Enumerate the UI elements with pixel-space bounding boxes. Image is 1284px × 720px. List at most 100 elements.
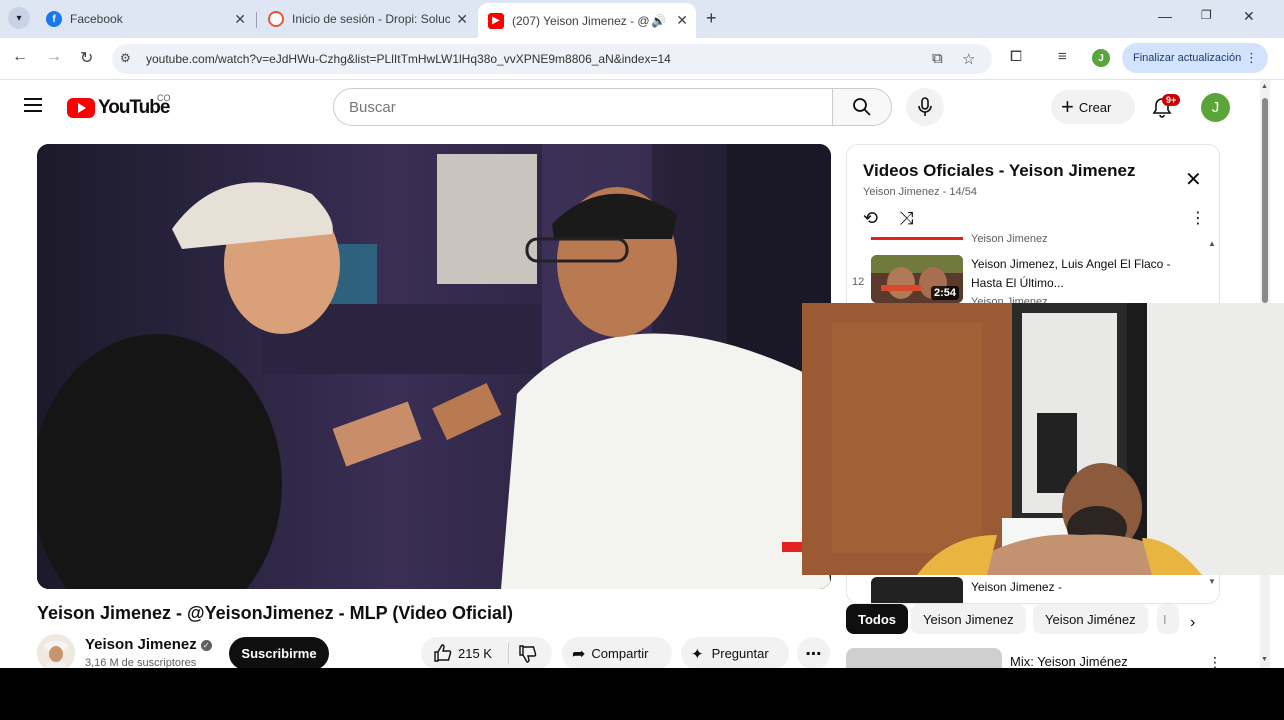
webcam-image	[802, 303, 1284, 575]
more-actions-button[interactable]: ⋯	[797, 637, 830, 668]
shuffle-icon[interactable]: ⤨	[899, 208, 913, 229]
youtube-header: YouTube CO Buscar + Crear 9+ J	[0, 80, 1260, 136]
thumbs-up-icon	[434, 644, 452, 662]
loop-icon[interactable]: ⟲	[863, 208, 878, 229]
scroll-down-icon[interactable]: ▼	[1208, 577, 1216, 586]
scrollbar-up-icon[interactable]: ▲	[1261, 83, 1268, 90]
playlist-more-icon[interactable]: ⋮	[1190, 208, 1206, 228]
playlist-item-title[interactable]: Yeison Jimenez, Luis Angel El Flaco - Ha…	[971, 255, 1171, 293]
subscriber-count: 3,16 M de suscriptores	[85, 657, 197, 668]
share-label: Compartir	[591, 646, 649, 661]
update-label: Finalizar actualización	[1133, 52, 1242, 64]
voice-search-button[interactable]	[906, 88, 944, 126]
ask-button[interactable]: ✦ Preguntar	[681, 637, 789, 668]
create-button[interactable]: + Crear	[1051, 90, 1135, 124]
youtube-play-icon	[67, 98, 95, 118]
forward-icon[interactable]: →	[46, 48, 62, 66]
mix-more-icon[interactable]: ⋮	[1208, 654, 1222, 668]
share-button[interactable]: ➦ Compartir	[562, 637, 672, 668]
chip-yeison-jimenez-accent[interactable]: Yeison Jiménez	[1033, 604, 1148, 634]
plus-icon: +	[1061, 94, 1074, 119]
like-count: 215 K	[458, 646, 492, 661]
sparkle-icon: ✦	[691, 645, 704, 663]
youtube-logo[interactable]: YouTube	[67, 97, 170, 119]
video-title: Yeison Jimenez - @YeisonJimenez - MLP (V…	[37, 603, 514, 623]
site-info-icon[interactable]: ⚙	[120, 51, 131, 65]
profile-avatar[interactable]: J	[1092, 49, 1110, 67]
channel-name-text: Yeison Jimenez	[85, 636, 197, 653]
ask-label: Preguntar	[711, 646, 769, 661]
share-icon: ➦	[572, 645, 586, 663]
search-button[interactable]	[832, 88, 892, 126]
youtube-favicon-icon: ▶	[488, 12, 504, 29]
mix-title[interactable]: Mix: Yeison Jiménez	[1010, 654, 1128, 668]
menu-icon[interactable]	[24, 98, 42, 112]
video-player[interactable]	[37, 144, 831, 589]
more-options-icon[interactable]: ⋮	[1245, 50, 1258, 66]
close-playlist-icon[interactable]: ✕	[1185, 167, 1202, 192]
facebook-favicon-icon: f	[46, 11, 62, 27]
new-tab-button[interactable]: +	[706, 8, 717, 29]
chevron-right-icon[interactable]: ›	[1190, 614, 1195, 632]
scrollbar-thumb[interactable]	[1262, 98, 1268, 303]
chip-yeison-jimenez[interactable]: Yeison Jimenez	[911, 604, 1026, 634]
notifications-badge: 9+	[1162, 94, 1181, 106]
playlist-next-title[interactable]: Yeison Jimenez -	[971, 580, 1062, 594]
back-icon[interactable]: ←	[12, 48, 28, 66]
minimize-icon[interactable]: —	[1158, 8, 1172, 24]
tab-strip: ▾ f Facebook ✕ Inicio de sesión - Dropi:…	[0, 0, 1284, 38]
search-icon	[853, 98, 871, 116]
playlist-next-thumbnail[interactable]	[871, 577, 963, 603]
playlist-item-thumbnail[interactable]: 2:54	[871, 255, 963, 303]
close-window-icon[interactable]: ✕	[1243, 8, 1255, 25]
like-dislike-group: 215 K	[421, 637, 552, 668]
tab-title: Inicio de sesión - Dropi: Solucio	[292, 12, 450, 26]
letterbox-bar	[0, 668, 1284, 720]
channel-name[interactable]: Yeison Jimenez ✓	[85, 636, 212, 653]
address-bar[interactable]: ⚙ youtube.com/watch?v=eJdHWu-Czhg&list=P…	[112, 44, 992, 74]
browser-window: ▾ f Facebook ✕ Inicio de sesión - Dropi:…	[0, 0, 1284, 668]
restore-icon[interactable]: ❐	[1201, 8, 1212, 22]
bookmark-star-icon[interactable]: ☆	[962, 50, 975, 68]
channel-avatar[interactable]	[37, 634, 75, 668]
like-button[interactable]	[433, 643, 453, 666]
tab-youtube[interactable]: ▶ (207) Yeison Jimenez - @Ye 🔊 ✕	[478, 3, 696, 38]
tab-title: Facebook	[70, 12, 123, 26]
tab-facebook[interactable]: f Facebook ✕	[36, 5, 254, 33]
scrollbar-down-icon[interactable]: ▼	[1261, 656, 1268, 663]
subscribe-button[interactable]: Suscribirme	[229, 637, 329, 668]
thumbs-down-icon	[519, 645, 537, 663]
audio-playing-icon[interactable]: 🔊	[651, 14, 666, 28]
create-label: Crear	[1078, 99, 1112, 115]
close-tab-icon[interactable]: ✕	[456, 11, 468, 28]
close-tab-icon[interactable]: ✕	[234, 11, 246, 28]
more-horizontal-icon: ⋯	[805, 645, 822, 663]
tab-search-menu-icon[interactable]: ▾	[8, 7, 30, 29]
previous-item-channel: Yeison Jimenez	[971, 233, 1048, 245]
extensions-icon[interactable]: ⧠	[1010, 48, 1022, 65]
playlist-title[interactable]: Videos Oficiales - Yeison Jimenez	[863, 161, 1135, 181]
video-frame	[37, 144, 831, 589]
verified-icon: ✓	[200, 639, 212, 651]
mix-thumbnail[interactable]	[846, 648, 1002, 668]
reload-icon[interactable]: ↻	[80, 48, 93, 68]
tab-dropi[interactable]: Inicio de sesión - Dropi: Solucio ✕	[258, 5, 476, 33]
finish-update-button[interactable]: Finalizar actualización ⋮	[1122, 43, 1268, 73]
channel-avatar-image	[37, 634, 75, 668]
chip-all[interactable]: Todos	[846, 604, 909, 634]
search-input[interactable]: Buscar	[333, 88, 833, 126]
scroll-up-icon[interactable]: ▲	[1208, 239, 1216, 248]
close-tab-icon[interactable]: ✕	[676, 12, 688, 29]
dropi-favicon-icon	[268, 11, 284, 27]
search-placeholder: Buscar	[349, 98, 396, 116]
account-avatar[interactable]: J	[1201, 93, 1230, 122]
webcam-overlay	[802, 303, 1284, 575]
tab-separator	[256, 12, 257, 28]
install-app-icon[interactable]: ⧉	[932, 50, 943, 67]
media-controls-icon[interactable]: ≡	[1058, 48, 1067, 65]
browser-toolbar: ← → ↻ ⚙ youtube.com/watch?v=eJdHWu-Czhg&…	[0, 38, 1284, 80]
video-duration: 2:54	[930, 286, 959, 300]
dislike-button[interactable]	[518, 644, 538, 667]
url-text: youtube.com/watch?v=eJdHWu-Czhg&list=PLl…	[146, 52, 671, 66]
chip-partial[interactable]: I	[1157, 604, 1179, 634]
